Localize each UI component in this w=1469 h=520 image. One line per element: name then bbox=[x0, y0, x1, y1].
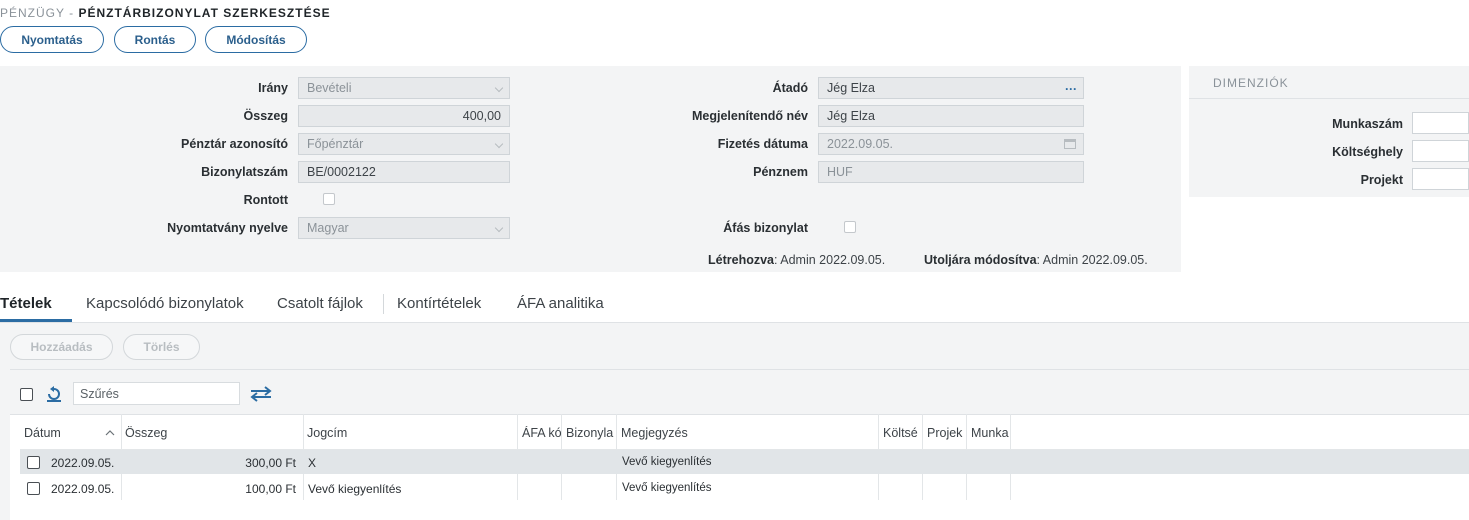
modify-button[interactable]: Módosítás bbox=[205, 26, 307, 53]
select-all-checkbox[interactable] bbox=[20, 388, 33, 401]
payment-date-label: Fizetés dátuma bbox=[717, 137, 808, 151]
direction-value: Bevételi bbox=[307, 81, 352, 95]
voided-label: Rontott bbox=[243, 193, 288, 207]
breadcrumb: PÉNZÜGY - PÉNZTÁRBIZONYLAT SZERKESZTÉSE bbox=[0, 6, 331, 20]
cashdesk-select[interactable]: Főpénztár bbox=[298, 133, 510, 155]
job-number-label: Munkaszám bbox=[1332, 117, 1403, 131]
page-title: PÉNZTÁRBIZONYLAT SZERKESZTÉSE bbox=[78, 6, 331, 20]
row-checkbox[interactable] bbox=[27, 482, 40, 495]
row-amount: 100,00 Ft bbox=[245, 482, 296, 496]
modified-label: Utoljára módosítva bbox=[924, 253, 1037, 267]
currency-label: Pénznem bbox=[753, 165, 808, 179]
display-name-label: Megjelenítendő név bbox=[692, 109, 808, 123]
column-header-job[interactable]: Munka bbox=[971, 426, 1011, 440]
tab-ledger-entries[interactable]: Kontírtételek bbox=[397, 295, 481, 312]
row-date: 2022.09.05. bbox=[51, 482, 115, 496]
chevron-down-icon bbox=[494, 83, 504, 93]
tab-attached-files[interactable]: Csatolt fájlok bbox=[277, 295, 363, 312]
void-button[interactable]: Rontás bbox=[114, 26, 196, 53]
modified-info: Utoljára módosítva: Admin 2022.09.05. bbox=[924, 253, 1148, 267]
dimensions-title: DIMENZIÓK bbox=[1213, 76, 1289, 90]
cashdesk-value: Főpénztár bbox=[307, 137, 364, 151]
add-button[interactable]: Hozzáadás bbox=[10, 334, 113, 360]
active-tab-indicator bbox=[0, 319, 72, 322]
column-header-vat-code[interactable]: ÁFA kó bbox=[522, 426, 562, 440]
column-header-voucher[interactable]: Bizonyla bbox=[566, 426, 616, 440]
display-name-field[interactable]: Jég Elza bbox=[818, 105, 1084, 127]
payer-value: Jég Elza bbox=[827, 81, 875, 95]
delete-button[interactable]: Törlés bbox=[123, 334, 200, 360]
row-title: X bbox=[308, 456, 317, 470]
created-value: : Admin 2022.09.05. bbox=[774, 253, 886, 267]
voucher-number-label: Bizonylatszám bbox=[201, 165, 288, 179]
breadcrumb-parent[interactable]: PÉNZÜGY - bbox=[0, 6, 74, 20]
filter-input[interactable]: Szűrés bbox=[73, 382, 240, 405]
tab-related-vouchers[interactable]: Kapcsolódó bizonylatok bbox=[86, 295, 244, 312]
cost-center-input[interactable] bbox=[1412, 140, 1469, 162]
row-note: Vevő kiegyenlítés bbox=[622, 456, 712, 468]
column-header-project[interactable]: Projek bbox=[927, 426, 966, 440]
divider bbox=[10, 369, 1469, 370]
voucher-number-field[interactable]: BE/0002122 bbox=[298, 161, 510, 183]
column-header-cost-center[interactable]: Költsé bbox=[883, 426, 921, 440]
payment-date-value: 2022.09.05. bbox=[827, 137, 894, 151]
job-number-input[interactable] bbox=[1412, 112, 1469, 134]
vat-voucher-label: Áfás bizonylat bbox=[723, 221, 808, 235]
column-header-date-label: Dátum bbox=[24, 426, 61, 440]
row-date: 2022.09.05. bbox=[51, 456, 115, 470]
row-checkbox[interactable] bbox=[27, 456, 40, 469]
column-header-note[interactable]: Megjegyzés bbox=[621, 426, 871, 440]
payer-label: Átadó bbox=[772, 81, 808, 95]
project-input[interactable] bbox=[1412, 168, 1469, 190]
print-language-select[interactable]: Magyar bbox=[298, 217, 510, 239]
print-button[interactable]: Nyomtatás bbox=[0, 26, 104, 53]
row-note: Vevő kiegyenlítés bbox=[622, 482, 712, 494]
print-language-label: Nyomtatvány nyelve bbox=[167, 221, 288, 235]
chevron-down-icon bbox=[494, 139, 504, 149]
amount-label: Összeg bbox=[243, 109, 288, 123]
cost-center-label: Költséghely bbox=[1332, 145, 1403, 159]
currency-field[interactable]: HUF bbox=[818, 161, 1084, 183]
divider bbox=[1189, 98, 1469, 99]
column-header-amount[interactable]: Összeg bbox=[125, 426, 300, 440]
payer-field[interactable]: Jég Elza … bbox=[818, 77, 1084, 99]
modified-value: : Admin 2022.09.05. bbox=[1036, 253, 1148, 267]
amount-field[interactable]: 400,00 bbox=[298, 105, 510, 127]
swap-icon[interactable] bbox=[250, 386, 272, 402]
column-header-date[interactable]: Dátum bbox=[24, 426, 114, 440]
vat-voucher-checkbox[interactable] bbox=[844, 221, 856, 233]
voided-checkbox[interactable] bbox=[323, 193, 335, 205]
sort-ascending-icon[interactable] bbox=[105, 425, 115, 436]
print-language-value: Magyar bbox=[307, 221, 349, 235]
more-icon[interactable]: … bbox=[1065, 79, 1078, 93]
calendar-icon[interactable] bbox=[1064, 139, 1076, 149]
row-amount: 300,00 Ft bbox=[245, 456, 296, 470]
tab-vat-analytics[interactable]: ÁFA analitika bbox=[517, 295, 604, 312]
direction-label: Irány bbox=[258, 81, 288, 95]
created-info: Létrehozva: Admin 2022.09.05. bbox=[708, 253, 885, 267]
direction-select[interactable]: Bevételi bbox=[298, 77, 510, 99]
tab-separator bbox=[383, 294, 384, 314]
row-title: Vevő kiegyenlítés bbox=[308, 482, 402, 496]
cashdesk-label: Pénztár azonosító bbox=[181, 137, 288, 151]
column-header-title[interactable]: Jogcím bbox=[307, 426, 512, 440]
payment-date-field[interactable]: 2022.09.05. bbox=[818, 133, 1084, 155]
tab-items[interactable]: Tételek bbox=[0, 295, 52, 312]
chevron-down-icon bbox=[494, 223, 504, 233]
refresh-icon[interactable] bbox=[45, 386, 63, 402]
project-label: Projekt bbox=[1360, 173, 1403, 187]
created-label: Létrehozva bbox=[708, 253, 774, 267]
